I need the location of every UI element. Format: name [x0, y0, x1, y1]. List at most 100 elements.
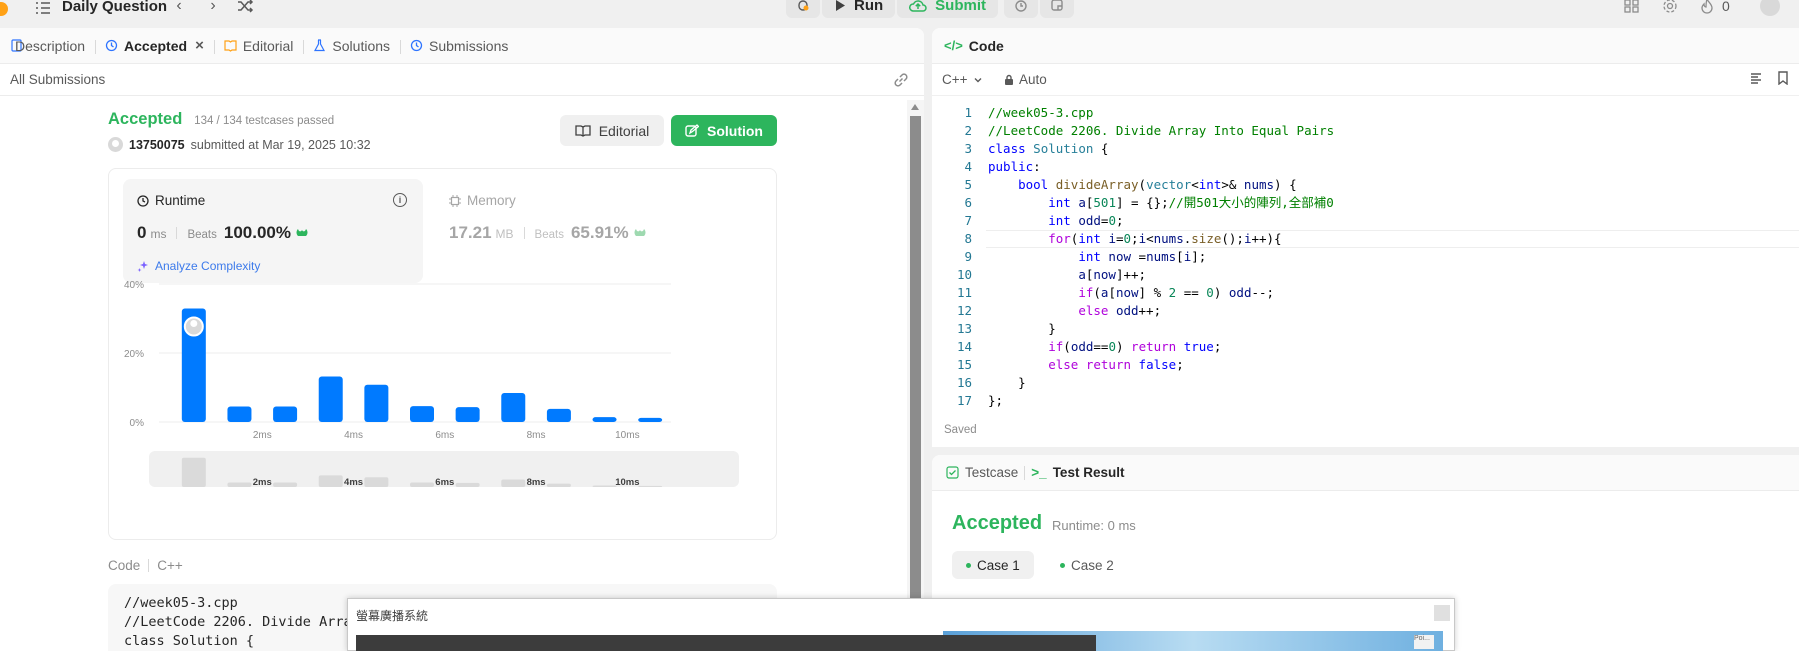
checkbox-icon: [946, 466, 959, 479]
code-text: for(int i=0;i<nums.size();i++){: [1048, 231, 1282, 246]
code-section-label: Code C++: [108, 558, 183, 573]
code-line[interactable]: 6 int a[501] = {};//開501大小的陣列,全部補0: [932, 194, 1799, 212]
submit-button[interactable]: Submit: [897, 0, 999, 18]
case-tab-2[interactable]: Case 2: [1046, 551, 1128, 579]
submission-subbar: All Submissions: [0, 64, 924, 96]
y-tick-label: 0%: [130, 418, 145, 429]
close-tab-icon[interactable]: ×: [195, 37, 204, 54]
editorial-button[interactable]: Editorial: [560, 115, 664, 146]
tab-submissions[interactable]: Submissions: [400, 28, 518, 64]
code-line[interactable]: 12 else odd++;: [932, 302, 1799, 320]
edit-icon: [685, 123, 699, 137]
overview-bar: [410, 482, 434, 487]
next-question-icon[interactable]: ›: [204, 0, 222, 15]
format-code-icon[interactable]: [1749, 71, 1763, 85]
line-number: 12: [956, 303, 972, 318]
tab-solutions[interactable]: Solutions: [303, 28, 402, 64]
tab-submissions-label: Submissions: [429, 37, 509, 54]
code-panel-title: Code: [968, 37, 1004, 54]
code-line[interactable]: 9 int now =nums[i];: [932, 248, 1799, 266]
code-line[interactable]: 8 for(int i=0;i<nums.size();i++){: [932, 230, 1799, 248]
code-text: int odd=0;: [1048, 213, 1124, 228]
tab-test-result[interactable]: >_ Test Result: [1031, 465, 1124, 480]
shuffle-icon[interactable]: [236, 0, 254, 15]
tab-description[interactable]: Description: [0, 28, 97, 64]
code-line[interactable]: 10 a[now]++;: [932, 266, 1799, 284]
solution-button[interactable]: Solution: [671, 115, 777, 146]
auto-mode-toggle[interactable]: Auto: [1004, 72, 1047, 87]
code-line[interactable]: 5 bool divideArray(vector<int>& nums) {: [932, 176, 1799, 194]
scrollbar-thumb[interactable]: [910, 116, 921, 651]
code-line[interactable]: 2 //LeetCode 2206. Divide Array Into Equa…: [932, 122, 1799, 140]
runtime-bar[interactable]: [455, 407, 480, 422]
code-line[interactable]: 7 int odd=0;: [932, 212, 1799, 230]
run-button[interactable]: Run: [822, 0, 896, 18]
line-number: 14: [956, 339, 972, 354]
prev-question-icon[interactable]: ‹: [170, 0, 188, 15]
code-text: //LeetCode 2206. Divide Array Into Equal…: [988, 123, 1335, 138]
tab-editorial[interactable]: Editorial: [214, 28, 305, 64]
code-line[interactable]: 13 }: [932, 320, 1799, 338]
book-icon: [575, 125, 591, 137]
cloud-upload-icon: [909, 0, 927, 12]
tab-accepted[interactable]: Accepted ×: [95, 28, 215, 64]
left-scrollbar[interactable]: [907, 100, 924, 651]
streak-fire-icon[interactable]: [1700, 0, 1714, 14]
runtime-distribution-chart[interactable]: 40% 20% 0% 2ms 4ms 6ms 8ms 10ms 2ms 4ms 6ms 8ms 10ms: [109, 169, 778, 541]
line-number: 4: [964, 159, 972, 174]
user-avatar[interactable]: [1759, 0, 1780, 16]
daily-question-title[interactable]: Daily Question: [62, 0, 167, 15]
overview-bar: [546, 483, 571, 487]
line-number: 1: [964, 105, 972, 120]
runtime-bar[interactable]: [638, 417, 663, 422]
author-username[interactable]: 13750075: [129, 138, 185, 152]
settings-gear-icon[interactable]: [1662, 0, 1678, 14]
language-select[interactable]: C++: [942, 72, 984, 87]
code-line[interactable]: 1 //week05-3.cpp: [932, 104, 1799, 122]
notes-button[interactable]: [1040, 0, 1074, 18]
screen-broadcast-window[interactable]: 螢幕廣播系統 Poi...: [347, 598, 1455, 651]
runtime-bar[interactable]: [546, 408, 571, 422]
case-tab-label: Case 1: [977, 557, 1020, 573]
timer-button[interactable]: [1004, 0, 1038, 18]
code-editor[interactable]: 1 //week05-3.cpp 2 //LeetCode 2206. Divide …: [932, 104, 1799, 426]
overview-bar: [273, 482, 298, 487]
tab-testcase-label: Testcase: [965, 465, 1019, 480]
code-text: bool divideArray(vector<int>& nums) {: [1018, 177, 1297, 192]
code-line[interactable]: 14 if(odd==0) return true;: [932, 338, 1799, 356]
code-line[interactable]: 17};: [932, 392, 1799, 410]
code-line[interactable]: 11 if(a[now] % 2 == 0) odd--;: [932, 284, 1799, 302]
tab-test-result-label: Test Result: [1052, 465, 1125, 480]
window-close-button[interactable]: [1434, 605, 1450, 621]
line-number: 6: [964, 195, 972, 210]
debug-button[interactable]: [786, 0, 820, 18]
tab-testcase[interactable]: Testcase: [946, 465, 1018, 480]
layout-grid-icon[interactable]: [1624, 0, 1640, 13]
leetcode-logo-icon[interactable]: [0, 2, 8, 16]
broadcast-corner-icon[interactable]: Poi...: [1414, 635, 1434, 649]
runtime-bar[interactable]: [410, 406, 434, 422]
run-controls: Run Submit: [786, 0, 999, 18]
runtime-bar[interactable]: [501, 393, 526, 422]
share-link-icon[interactable]: [892, 71, 910, 89]
code-line[interactable]: 4 public:: [932, 158, 1799, 176]
bookmark-icon[interactable]: [1777, 71, 1789, 85]
code-line[interactable]: 16 }: [932, 374, 1799, 392]
problem-list-icon[interactable]: [34, 0, 52, 16]
case-pass-dot: [966, 562, 971, 568]
all-submissions-link[interactable]: All Submissions: [10, 72, 105, 87]
runtime-bar[interactable]: [592, 417, 617, 422]
overview-bar: [364, 477, 389, 487]
code-line[interactable]: 3 class Solution {: [932, 140, 1799, 158]
language-value: C++: [942, 72, 968, 87]
case-tab-1[interactable]: Case 1: [952, 551, 1034, 579]
runtime-bar[interactable]: [318, 376, 343, 422]
runtime-bar[interactable]: [364, 384, 389, 422]
tab-divider: [1024, 465, 1026, 480]
author-avatar[interactable]: [108, 137, 123, 152]
runtime-bar[interactable]: [273, 406, 298, 422]
code-line[interactable]: 15 else return false;: [932, 356, 1799, 374]
left-tab-bar: Description Accepted × Editorial Solutio…: [0, 28, 924, 64]
scroll-up-arrow[interactable]: [911, 104, 919, 110]
runtime-bar[interactable]: [227, 406, 252, 422]
